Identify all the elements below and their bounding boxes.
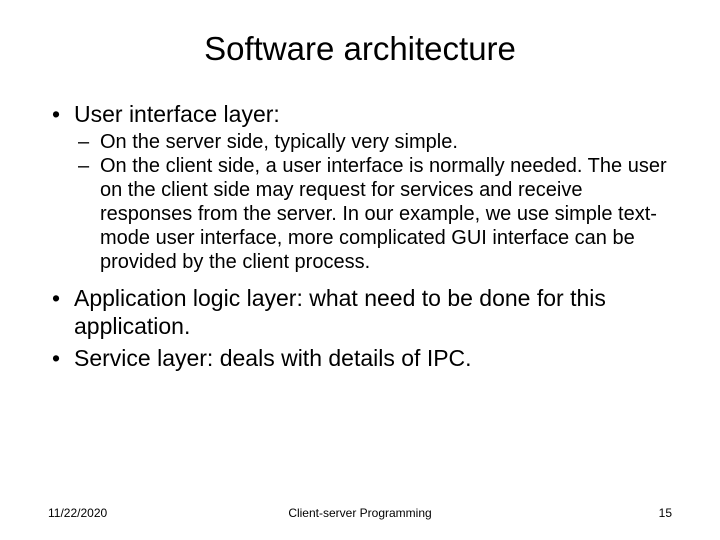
sub-bullet-list: On the server side, typically very simpl…: [74, 130, 672, 274]
footer-title: Client-server Programming: [288, 506, 431, 520]
bullet-text: Service layer: deals with details of IPC…: [74, 345, 472, 371]
bullet-item: User interface layer: On the server side…: [48, 100, 672, 274]
slide-footer: 11/22/2020 Client-server Programming 15: [0, 506, 720, 520]
bullet-list: User interface layer: On the server side…: [48, 100, 672, 372]
slide: Software architecture User interface lay…: [0, 0, 720, 540]
slide-title: Software architecture: [48, 30, 672, 68]
sub-bullet-text: On the client side, a user interface is …: [100, 155, 667, 273]
sub-bullet-text: On the server side, typically very simpl…: [100, 131, 458, 153]
bullet-text: User interface layer:: [74, 101, 280, 127]
sub-bullet-item: On the client side, a user interface is …: [74, 154, 672, 274]
bullet-text: Application logic layer: what need to be…: [74, 285, 606, 339]
slide-body: User interface layer: On the server side…: [48, 100, 672, 372]
sub-bullet-item: On the server side, typically very simpl…: [74, 130, 672, 154]
footer-date: 11/22/2020: [48, 506, 107, 520]
bullet-item: Application logic layer: what need to be…: [48, 284, 672, 340]
bullet-item: Service layer: deals with details of IPC…: [48, 344, 672, 372]
footer-page-number: 15: [659, 506, 672, 520]
